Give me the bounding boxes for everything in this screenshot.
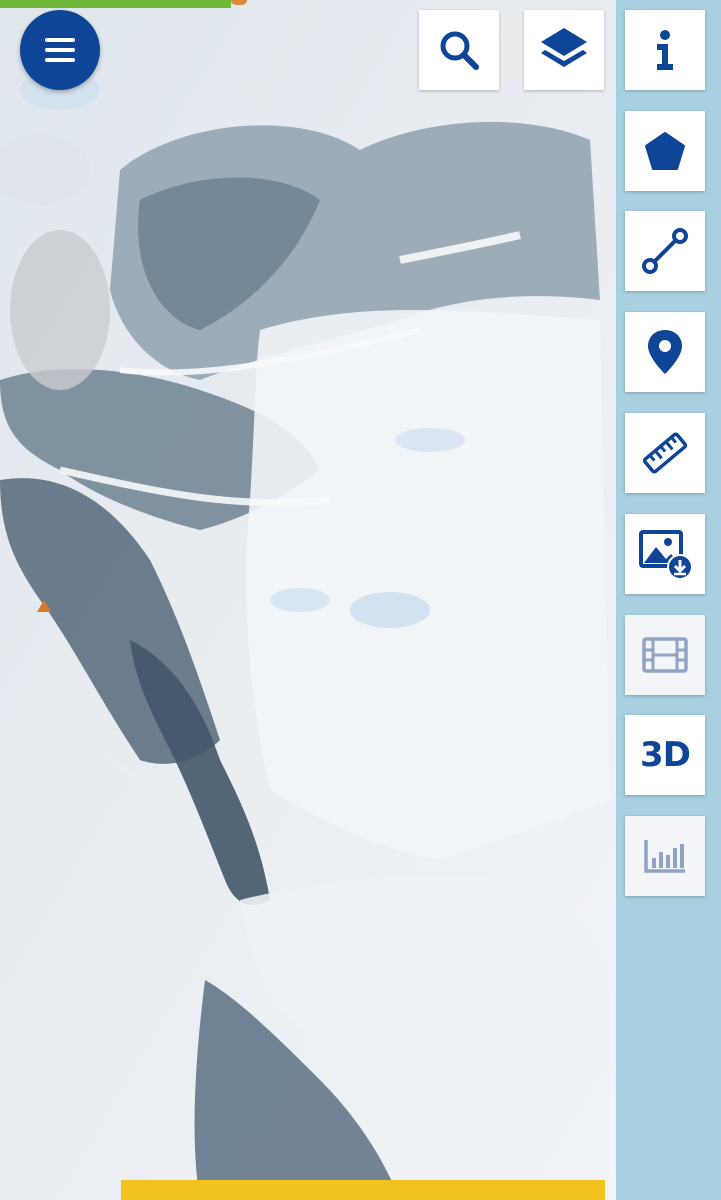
ruler-icon xyxy=(642,432,688,474)
download-image-button[interactable] xyxy=(625,514,705,594)
statistics-button[interactable] xyxy=(625,816,705,896)
search-icon xyxy=(440,31,479,70)
layers-icon xyxy=(541,28,587,67)
film-icon xyxy=(642,637,688,673)
bar-chart-icon xyxy=(644,840,685,873)
draw-polygon-button[interactable] xyxy=(625,111,705,191)
satellite-imagery xyxy=(0,0,721,1200)
3d-view-label: 3D xyxy=(640,735,691,775)
pentagon-icon xyxy=(645,132,685,170)
timelapse-button[interactable] xyxy=(625,615,705,695)
info-icon xyxy=(657,30,673,70)
measure-button[interactable] xyxy=(625,413,705,493)
line-segment-icon xyxy=(642,228,688,274)
layers-button[interactable] xyxy=(524,10,604,90)
satellite-map[interactable] xyxy=(0,0,721,1200)
bottom-panel-handle[interactable] xyxy=(121,1180,605,1200)
image-download-icon xyxy=(639,530,692,579)
drop-pin-button[interactable] xyxy=(625,312,705,392)
progress-end-marker xyxy=(231,0,247,5)
menu-button[interactable] xyxy=(20,10,100,90)
search-button[interactable] xyxy=(419,10,499,90)
loading-progress-bar xyxy=(0,0,231,8)
hamburger-menu-icon xyxy=(45,38,75,62)
draw-line-button[interactable] xyxy=(625,211,705,291)
3d-view-button[interactable]: 3D xyxy=(625,715,705,795)
map-pin-icon xyxy=(648,330,682,374)
info-button[interactable] xyxy=(625,10,705,90)
